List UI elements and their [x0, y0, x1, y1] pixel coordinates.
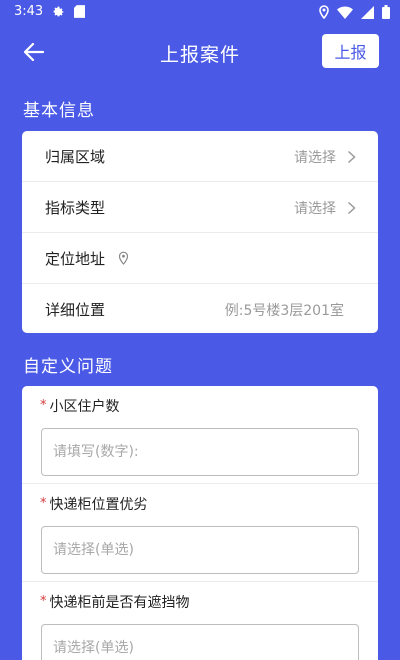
- question-text: 小区住户数: [49, 399, 120, 415]
- basic-info-card: 归属区域 请选择 指标类型 请选择 定位地址 详细位置 例:5号楼3层201室: [22, 131, 378, 333]
- row-label: 指标类型: [45, 199, 106, 217]
- question-block: * 快递柜位置优劣: [22, 484, 378, 582]
- sd-card-icon: [74, 5, 85, 18]
- app-header: 上报案件 上报: [0, 26, 400, 78]
- signal-icon: [361, 5, 374, 19]
- question-text: 快递柜位置优劣: [49, 497, 148, 513]
- status-time: 3:43: [14, 4, 44, 19]
- row-label: 详细位置: [45, 301, 106, 319]
- row-detail-location[interactable]: 详细位置 例:5号楼3层201室: [22, 284, 378, 333]
- gear-icon: [53, 6, 64, 17]
- required-mark: *: [40, 398, 47, 413]
- question-text: 快递柜前是否有遮挡物: [49, 595, 190, 611]
- row-label: 定位地址: [45, 250, 106, 268]
- row-value: 例:5号楼3层201室: [224, 303, 344, 319]
- section-title-basic-info: 基本信息: [23, 101, 95, 121]
- row-indicator-type[interactable]: 指标类型 请选择: [22, 182, 378, 233]
- status-icons: [319, 5, 390, 19]
- battery-icon: [382, 5, 390, 19]
- section-title-custom-questions: 自定义问题: [23, 357, 113, 377]
- locker-position-input[interactable]: [41, 526, 359, 574]
- custom-questions-card: *小区住户数 *快递柜位置优劣 *快递柜前是否有遮挡物: [22, 386, 378, 660]
- question-block: * 快递柜前是否有遮挡物: [22, 582, 378, 660]
- wifi-icon: [337, 5, 353, 19]
- required-mark: *: [40, 594, 47, 609]
- row-region[interactable]: 归属区域 请选择: [22, 131, 378, 182]
- question-label: * 快递柜位置优劣: [40, 494, 148, 514]
- household-count-input[interactable]: [41, 428, 359, 476]
- row-location-address[interactable]: 定位地址: [22, 233, 378, 284]
- row-value: 请选择: [294, 201, 336, 217]
- row-label: 归属区域: [45, 148, 106, 166]
- location-pin-icon[interactable]: [118, 251, 129, 265]
- row-value: 请选择: [294, 150, 336, 166]
- question-block: * 小区住户数: [22, 386, 378, 484]
- chevron-right-icon: [347, 201, 356, 215]
- report-button[interactable]: 上报: [322, 34, 379, 68]
- status-bar: 3:43: [0, 0, 400, 26]
- question-label: * 快递柜前是否有遮挡物: [40, 592, 190, 612]
- required-mark: *: [40, 496, 47, 511]
- location-icon: [319, 5, 329, 19]
- question-label: * 小区住户数: [40, 396, 120, 416]
- locker-obstruction-input[interactable]: [41, 624, 359, 660]
- screen: 3:43 上报案件 上报 基本信息 归属区域 请选择 指标类型 请选择 定位地址…: [0, 0, 400, 660]
- chevron-right-icon: [347, 150, 356, 164]
